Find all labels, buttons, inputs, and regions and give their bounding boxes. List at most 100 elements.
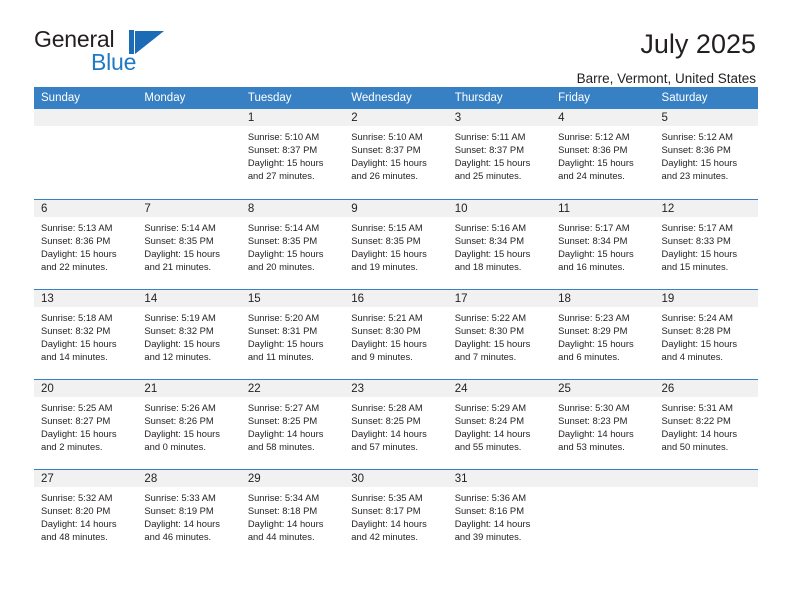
day-details: Sunrise: 5:32 AM Sunset: 8:20 PM Dayligh… (34, 487, 137, 543)
day-cell[interactable]: 24 Sunrise: 5:29 AM Sunset: 8:24 PM Dayl… (447, 378, 552, 469)
day-cell[interactable]: 22 Sunrise: 5:27 AM Sunset: 8:25 PM Dayl… (240, 378, 345, 469)
daylight-text: Daylight: 15 hours and 14 minutes. (41, 337, 117, 362)
logo-text-blue: Blue (91, 49, 137, 75)
sunset-text: Sunset: 8:31 PM (247, 324, 318, 336)
day-number: 19 (654, 289, 758, 307)
sunrise-text: Sunrise: 5:26 AM (144, 401, 216, 413)
day-cell[interactable]: 7 Sunrise: 5:14 AM Sunset: 8:35 PM Dayli… (137, 198, 241, 289)
day-cell[interactable]: 20 Sunrise: 5:25 AM Sunset: 8:27 PM Dayl… (34, 378, 138, 469)
day-cell[interactable]: 31 Sunrise: 5:36 AM Sunset: 8:16 PM Dayl… (447, 468, 552, 559)
day-number: 25 (551, 379, 655, 397)
daylight-text: Daylight: 14 hours and 57 minutes. (351, 427, 427, 452)
day-cell[interactable]: 19 Sunrise: 5:24 AM Sunset: 8:28 PM Dayl… (654, 288, 758, 379)
day-cell[interactable]: 28 Sunrise: 5:33 AM Sunset: 8:19 PM Dayl… (137, 468, 241, 559)
calendar-table: Sunday Monday Tuesday Wednesday Thursday… (34, 87, 758, 559)
day-number: 16 (344, 289, 448, 307)
location-subtitle: Barre, Vermont, United States (576, 70, 756, 86)
day-cell[interactable]: 16 Sunrise: 5:21 AM Sunset: 8:30 PM Dayl… (344, 288, 448, 379)
day-cell[interactable]: 12 Sunrise: 5:17 AM Sunset: 8:33 PM Dayl… (654, 198, 758, 289)
day-details (655, 487, 758, 491)
sunset-text: Sunset: 8:18 PM (247, 504, 318, 516)
sunset-text: Sunset: 8:30 PM (454, 324, 524, 336)
day-number: 20 (34, 379, 138, 397)
daylight-text: Daylight: 14 hours and 53 minutes. (558, 427, 634, 452)
daylight-text: Daylight: 15 hours and 21 minutes. (144, 247, 220, 272)
calendar-week-row: 6 Sunrise: 5:13 AM Sunset: 8:36 PM Dayli… (34, 198, 758, 289)
day-number (137, 109, 241, 126)
weekday-header-wednesday: Wednesday (344, 87, 448, 109)
sunrise-text: Sunrise: 5:19 AM (144, 311, 216, 323)
sunrise-text: Sunrise: 5:13 AM (41, 221, 113, 233)
day-cell[interactable]: 1 Sunrise: 5:10 AM Sunset: 8:37 PM Dayli… (240, 109, 345, 199)
sunrise-text: Sunrise: 5:33 AM (144, 491, 216, 503)
daylight-text: Daylight: 15 hours and 25 minutes. (454, 157, 531, 182)
sunrise-text: Sunrise: 5:20 AM (247, 311, 320, 323)
day-cell[interactable]: 18 Sunrise: 5:23 AM Sunset: 8:29 PM Dayl… (551, 288, 655, 379)
day-cell[interactable]: 3 Sunrise: 5:11 AM Sunset: 8:37 PM Dayli… (447, 109, 552, 199)
sunset-text: Sunset: 8:37 PM (454, 144, 524, 156)
day-cell[interactable]: 4 Sunrise: 5:12 AM Sunset: 8:36 PM Dayli… (551, 109, 655, 199)
sunset-text: Sunset: 8:25 PM (351, 414, 421, 426)
day-cell[interactable]: 10 Sunrise: 5:16 AM Sunset: 8:34 PM Dayl… (447, 198, 552, 289)
day-number: 12 (654, 199, 758, 217)
day-cell[interactable]: 2 Sunrise: 5:10 AM Sunset: 8:37 PM Dayli… (344, 109, 448, 199)
daylight-text: Daylight: 15 hours and 26 minutes. (351, 157, 427, 182)
day-cell[interactable]: 27 Sunrise: 5:32 AM Sunset: 8:20 PM Dayl… (34, 468, 138, 559)
day-cell[interactable]: 17 Sunrise: 5:22 AM Sunset: 8:30 PM Dayl… (447, 288, 552, 379)
daylight-text: Daylight: 15 hours and 15 minutes. (661, 247, 738, 272)
day-number: 2 (344, 109, 448, 126)
day-details: Sunrise: 5:25 AM Sunset: 8:27 PM Dayligh… (34, 397, 137, 453)
day-number (551, 469, 655, 487)
day-cell[interactable]: 30 Sunrise: 5:35 AM Sunset: 8:17 PM Dayl… (344, 468, 448, 559)
day-cell[interactable]: 5 Sunrise: 5:12 AM Sunset: 8:36 PM Dayli… (654, 109, 758, 199)
day-cell-empty (551, 468, 655, 559)
sunrise-text: Sunrise: 5:25 AM (41, 401, 113, 413)
day-number: 28 (137, 469, 241, 487)
weekday-header-monday: Monday (137, 87, 241, 109)
day-cell[interactable]: 29 Sunrise: 5:34 AM Sunset: 8:18 PM Dayl… (240, 468, 345, 559)
calendar-week-row: 27 Sunrise: 5:32 AM Sunset: 8:20 PM Dayl… (34, 468, 758, 559)
daylight-text: Daylight: 14 hours and 55 minutes. (454, 427, 531, 452)
generalblue-logo: General Blue (34, 28, 164, 80)
sunset-text: Sunset: 8:17 PM (351, 504, 421, 516)
day-number: 13 (34, 289, 138, 307)
daylight-text: Daylight: 14 hours and 50 minutes. (661, 427, 738, 452)
sunset-text: Sunset: 8:34 PM (454, 234, 524, 246)
sunset-text: Sunset: 8:30 PM (351, 324, 421, 336)
weekday-header-saturday: Saturday (654, 87, 758, 109)
day-cell[interactable]: 25 Sunrise: 5:30 AM Sunset: 8:23 PM Dayl… (551, 378, 655, 469)
day-details: Sunrise: 5:30 AM Sunset: 8:23 PM Dayligh… (551, 397, 654, 453)
day-cell[interactable]: 21 Sunrise: 5:26 AM Sunset: 8:26 PM Dayl… (137, 378, 241, 469)
day-details: Sunrise: 5:14 AM Sunset: 8:35 PM Dayligh… (137, 217, 240, 273)
day-cell[interactable]: 6 Sunrise: 5:13 AM Sunset: 8:36 PM Dayli… (34, 198, 138, 289)
day-number: 31 (447, 469, 552, 487)
day-cell[interactable]: 8 Sunrise: 5:14 AM Sunset: 8:35 PM Dayli… (240, 198, 345, 289)
day-cell[interactable]: 9 Sunrise: 5:15 AM Sunset: 8:35 PM Dayli… (344, 198, 448, 289)
day-cell[interactable]: 11 Sunrise: 5:17 AM Sunset: 8:34 PM Dayl… (551, 198, 655, 289)
day-number: 15 (240, 289, 345, 307)
day-details: Sunrise: 5:24 AM Sunset: 8:28 PM Dayligh… (655, 307, 758, 363)
sunset-text: Sunset: 8:20 PM (41, 504, 111, 516)
sunset-text: Sunset: 8:22 PM (661, 414, 731, 426)
day-cell[interactable]: 14 Sunrise: 5:19 AM Sunset: 8:32 PM Dayl… (137, 288, 241, 379)
day-cell[interactable]: 13 Sunrise: 5:18 AM Sunset: 8:32 PM Dayl… (34, 288, 138, 379)
daylight-text: Daylight: 14 hours and 46 minutes. (144, 517, 220, 542)
daylight-text: Daylight: 14 hours and 58 minutes. (247, 427, 324, 452)
day-number: 29 (240, 469, 345, 487)
day-number: 22 (240, 379, 345, 397)
day-cell[interactable]: 23 Sunrise: 5:28 AM Sunset: 8:25 PM Dayl… (344, 378, 448, 469)
daylight-text: Daylight: 14 hours and 44 minutes. (247, 517, 324, 542)
day-details (137, 126, 240, 130)
day-details: Sunrise: 5:18 AM Sunset: 8:32 PM Dayligh… (34, 307, 137, 363)
day-cell[interactable]: 15 Sunrise: 5:20 AM Sunset: 8:31 PM Dayl… (240, 288, 345, 379)
day-number: 26 (654, 379, 758, 397)
day-number: 9 (344, 199, 448, 217)
day-number: 14 (137, 289, 241, 307)
day-details: Sunrise: 5:33 AM Sunset: 8:19 PM Dayligh… (137, 487, 240, 543)
sunrise-text: Sunrise: 5:24 AM (661, 311, 733, 323)
daylight-text: Daylight: 15 hours and 16 minutes. (558, 247, 634, 272)
day-details: Sunrise: 5:10 AM Sunset: 8:37 PM Dayligh… (344, 126, 447, 182)
day-number: 11 (551, 199, 655, 217)
day-details: Sunrise: 5:17 AM Sunset: 8:34 PM Dayligh… (551, 217, 654, 273)
day-cell[interactable]: 26 Sunrise: 5:31 AM Sunset: 8:22 PM Dayl… (654, 378, 758, 469)
